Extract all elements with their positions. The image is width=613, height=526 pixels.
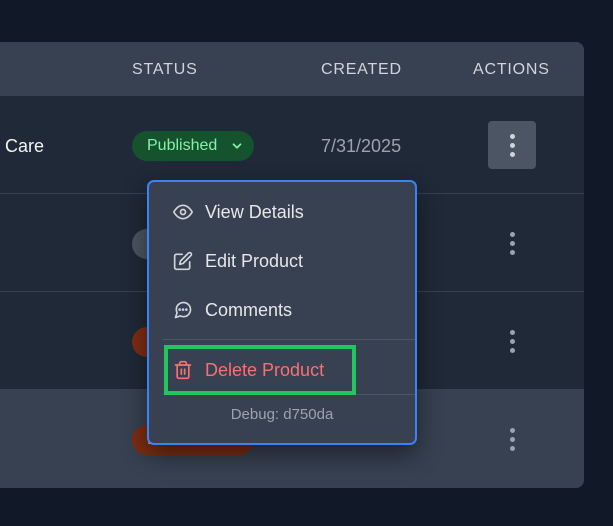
menu-item-comments[interactable]: Comments (149, 290, 415, 330)
status-label: Published (147, 137, 218, 154)
menu-item-label: Comments (205, 299, 293, 320)
menu-item-label: Edit Product (205, 250, 304, 271)
focus-highlight (164, 345, 356, 395)
column-header-status: STATUS (132, 61, 198, 78)
row-actions-button[interactable] (488, 317, 536, 365)
message-circle-icon (174, 301, 192, 319)
more-vertical-icon (509, 133, 515, 157)
product-name: ual Care (0, 136, 44, 156)
column-header-actions: ACTIONS (473, 61, 550, 78)
menu-divider (163, 339, 415, 340)
more-vertical-icon (509, 231, 515, 255)
row-actions-menu: View Details Edit Product Comments Delet… (147, 180, 417, 445)
edit-icon (173, 251, 193, 271)
app-stage: STATUS CREATED ACTIONS ual Care Publishe… (0, 0, 613, 526)
more-vertical-icon (509, 427, 515, 451)
status-dropdown[interactable]: Published (132, 131, 254, 161)
more-vertical-icon (509, 329, 515, 353)
menu-item-view-details[interactable]: View Details (149, 192, 415, 232)
row-actions-button[interactable] (488, 415, 536, 463)
table-header: STATUS CREATED ACTIONS (0, 42, 584, 96)
debug-info: Debug: d750da (230, 406, 334, 423)
row-actions-button[interactable] (488, 219, 536, 267)
row-actions-button[interactable] (488, 121, 536, 169)
created-date: 7/31/2025 (321, 136, 402, 156)
chevron-down-icon (232, 143, 242, 149)
column-header-created: CREATED (321, 61, 402, 78)
menu-item-edit-product[interactable]: Edit Product (149, 241, 415, 281)
menu-item-label: View Details (205, 201, 304, 222)
eye-icon (173, 204, 193, 220)
